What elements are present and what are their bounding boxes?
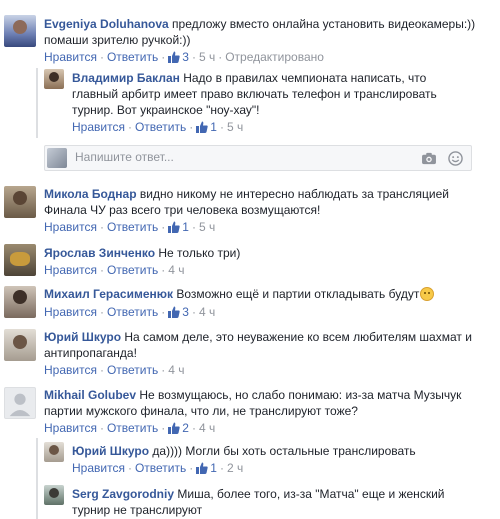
avatar-yaroslav[interactable] — [4, 244, 36, 276]
comment-text: Микола Боднар видно никому не интересно … — [44, 187, 450, 201]
avatar-yuriy[interactable] — [4, 329, 36, 361]
author-name[interactable]: Serg Zavgorodniy — [72, 487, 174, 501]
like-count[interactable]: 3 — [168, 305, 189, 319]
reply-button[interactable]: Ответить — [135, 120, 186, 134]
current-user-avatar — [47, 148, 67, 168]
like-button[interactable]: Нравится — [44, 421, 97, 435]
reply-text-line: турнир. Вот украинское "ноу-хау"! — [72, 103, 260, 117]
comment-text: Evgeniya Doluhanova предложу вместо онла… — [44, 17, 476, 31]
comment-text: Ярослав Зинченко Не только три) — [44, 246, 241, 260]
reply-button[interactable]: Ответить — [107, 305, 158, 319]
timestamp[interactable]: 5 ч — [199, 50, 215, 64]
avatar-vladimir[interactable] — [44, 69, 64, 89]
reply-text: Юрий Шкуро да)))) Могли бы хоть остальны… — [72, 444, 416, 458]
comment-actions: Нравится · Ответить · 4 ч — [44, 263, 185, 277]
like-button[interactable]: Нравится — [44, 220, 97, 234]
default-avatar-icon — [9, 393, 31, 417]
thumbs-up-icon — [168, 422, 180, 434]
reply-button[interactable]: Ответить — [107, 421, 158, 435]
avatar-mikhail-g[interactable] — [4, 286, 36, 318]
like-button[interactable]: Нравится — [44, 263, 97, 277]
like-count[interactable]: 2 — [168, 421, 189, 435]
like-count[interactable]: 1 — [196, 120, 217, 134]
avatar-evgeniya[interactable] — [4, 15, 36, 47]
reply-composer[interactable]: Напишите ответ... — [44, 145, 472, 171]
timestamp[interactable]: 4 ч — [168, 363, 184, 377]
comment-text-line: Финала ЧУ раз всего три человека возмуща… — [44, 203, 321, 217]
comment-text-line: помаши зрителю ручкой:)) — [44, 33, 191, 47]
like-count[interactable]: 1 — [196, 461, 217, 475]
reply-input[interactable]: Напишите ответ... — [75, 150, 174, 164]
like-button[interactable]: Нравится — [72, 120, 125, 134]
reply-button[interactable]: Ответить — [107, 263, 158, 277]
reply-text: Serg Zavgorodniy Миша, более того, из-за… — [72, 487, 445, 501]
reply-actions: Нравится · Ответить · 1 · 2 ч — [72, 461, 244, 475]
comment-text: Михаил Герасименюк Возможно ещё и партии… — [44, 286, 435, 302]
smiley-icon[interactable] — [448, 151, 463, 166]
thumbs-up-icon — [196, 121, 208, 133]
comment-actions: Нравится · Ответить · 3 · 4 ч — [44, 305, 216, 319]
reply-actions: Нравится · Ответить · 1 · 5 ч — [72, 120, 244, 134]
avatar-yuriy-reply[interactable] — [44, 442, 64, 462]
reply-button[interactable]: Ответить — [107, 50, 158, 64]
comment-text-line: партии мужского финала, что ли, не транс… — [44, 404, 358, 418]
reply-button[interactable]: Ответить — [135, 461, 186, 475]
comment-actions: Нравится · Ответить · 4 ч — [44, 363, 185, 377]
reply-button[interactable]: Ответить — [107, 363, 158, 377]
author-name[interactable]: Mikhail Golubev — [44, 388, 136, 402]
edited-label[interactable]: Отредактировано — [225, 50, 324, 64]
avatar-serg[interactable] — [44, 485, 64, 505]
like-count[interactable]: 1 — [168, 220, 189, 234]
comment-actions: Нравится · Ответить · 1 · 5 ч — [44, 220, 216, 234]
avatar-mykola[interactable] — [4, 186, 36, 218]
reply-text: Владимир Баклан Надо в правилах чемпиона… — [72, 71, 427, 85]
timestamp[interactable]: 4 ч — [168, 263, 184, 277]
avatar-mikhail-golubev[interactable] — [4, 387, 36, 419]
author-name[interactable]: Ярослав Зинченко — [44, 246, 155, 260]
reply-text-line: главный арбитр имеет право включать теле… — [72, 87, 437, 101]
comment-actions: Нравится · Ответить · 2 · 4 ч — [44, 421, 216, 435]
comment-text-line: антипропаганда! — [44, 346, 137, 360]
camera-icon[interactable] — [421, 152, 437, 165]
smiley-icon — [420, 287, 435, 301]
comment-text: Юрий Шкуро На самом деле, это неуважение… — [44, 330, 472, 344]
reply-thread-line — [36, 68, 38, 138]
reply-text-line: турнир не транслируют — [72, 503, 203, 517]
timestamp[interactable]: 5 ч — [199, 220, 215, 234]
thumbs-up-icon — [168, 51, 180, 63]
like-button[interactable]: Нравится — [44, 305, 97, 319]
thumbs-up-icon — [168, 306, 180, 318]
author-name[interactable]: Юрий Шкуро — [72, 444, 149, 458]
thumbs-up-icon — [196, 462, 208, 474]
like-count[interactable]: 3 — [168, 50, 189, 64]
author-name[interactable]: Юрий Шкуро — [44, 330, 121, 344]
timestamp[interactable]: 5 ч — [227, 120, 243, 134]
author-name[interactable]: Микола Боднар — [44, 187, 137, 201]
comment-actions: Нравится · Ответить · 3 · 5 ч · Отредактировано — [44, 50, 324, 64]
author-name[interactable]: Владимир Баклан — [72, 71, 180, 85]
reply-thread-line — [36, 438, 38, 519]
like-button[interactable]: Нравится — [72, 461, 125, 475]
reply-button[interactable]: Ответить — [107, 220, 158, 234]
like-button[interactable]: Нравится — [44, 363, 97, 377]
timestamp[interactable]: 4 ч — [199, 305, 215, 319]
thumbs-up-icon — [168, 221, 180, 233]
comment-text: Mikhail Golubev Не возмущаюсь, но слабо … — [44, 388, 462, 402]
author-name[interactable]: Михаил Герасименюк — [44, 287, 173, 301]
like-button[interactable]: Нравится — [44, 50, 97, 64]
timestamp[interactable]: 4 ч — [199, 421, 215, 435]
timestamp[interactable]: 2 ч — [227, 461, 243, 475]
author-name[interactable]: Evgeniya Doluhanova — [44, 17, 169, 31]
